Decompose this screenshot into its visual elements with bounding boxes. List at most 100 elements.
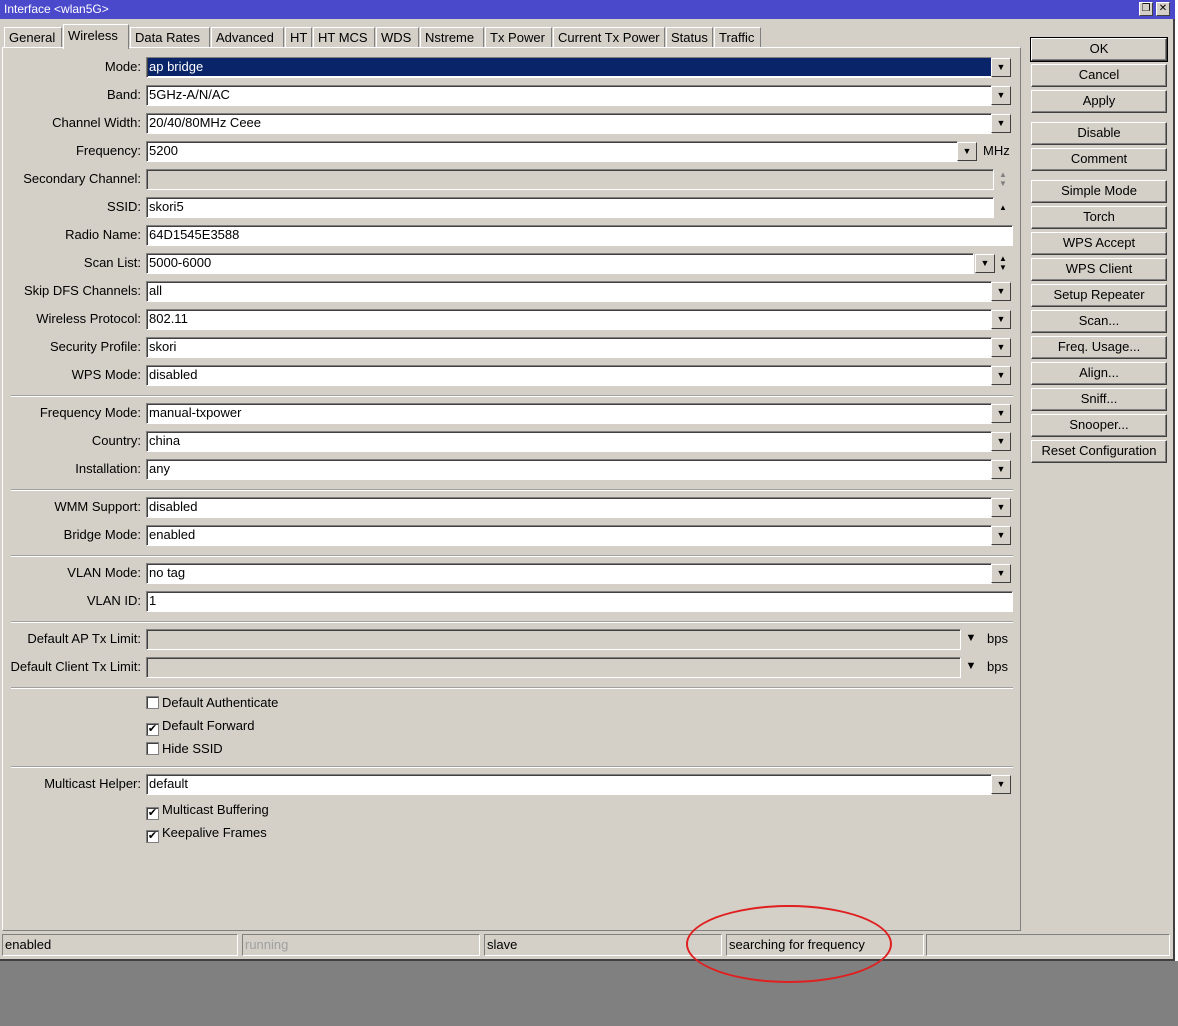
checkbox-unchecked-icon[interactable] <box>146 742 159 755</box>
wireless-panel: Mode: ap bridge ▼ Band: 5GHz-A/N/AC ▼ Ch… <box>2 47 1021 931</box>
country-row: Country: china ▼ <box>3 430 1022 452</box>
frequency-mode-select[interactable]: manual-txpower <box>146 403 992 424</box>
default-client-tx-limit-field[interactable] <box>146 657 961 678</box>
frequency-dropdown-icon[interactable]: ▼ <box>957 142 977 161</box>
wmm-support-dropdown-icon[interactable]: ▼ <box>991 498 1011 517</box>
checkmark-icon[interactable]: ✔ <box>146 807 159 820</box>
multicast-buffering-label: Multicast Buffering <box>162 802 269 817</box>
bridge-mode-select[interactable]: enabled <box>146 525 992 546</box>
align-button[interactable]: Align... <box>1031 362 1167 385</box>
radio-name-label: Radio Name: <box>65 227 141 242</box>
tab-tx-power[interactable]: Tx Power <box>485 27 552 48</box>
wireless-protocol-select[interactable]: 802.11 <box>146 309 992 330</box>
apply-button[interactable]: Apply <box>1031 90 1167 113</box>
wps-client-button[interactable]: WPS Client <box>1031 258 1167 281</box>
wps-mode-label: WPS Mode: <box>71 367 141 382</box>
scan-list-updown-icon[interactable]: ▲ ▼ <box>997 254 1009 273</box>
ssid-collapse-icon[interactable]: ▲ <box>997 198 1009 217</box>
bridge-mode-dropdown-icon[interactable]: ▼ <box>991 526 1011 545</box>
default-ap-tx-limit-field[interactable] <box>146 629 961 650</box>
restore-icon[interactable]: ❐ <box>1139 2 1153 16</box>
tab-wds[interactable]: WDS <box>376 27 419 48</box>
tab-general[interactable]: General <box>4 27 62 48</box>
vlan-mode-select[interactable]: no tag <box>146 563 992 584</box>
default-forward-checkbox[interactable]: ✔ Default Forward <box>146 716 254 736</box>
tab-traffic[interactable]: Traffic <box>714 27 761 48</box>
wireless-protocol-dropdown-icon[interactable]: ▼ <box>991 310 1011 329</box>
separator <box>11 555 1013 557</box>
multicast-helper-row: Multicast Helper: default ▼ <box>3 773 1022 795</box>
installation-row: Installation: any ▼ <box>3 458 1022 480</box>
tab-data-rates[interactable]: Data Rates <box>130 27 210 48</box>
wps-mode-dropdown-icon[interactable]: ▼ <box>991 366 1011 385</box>
installation-select[interactable]: any <box>146 459 992 480</box>
security-profile-row: Security Profile: skori ▼ <box>3 336 1022 358</box>
vlan-id-input[interactable]: 1 <box>146 591 1013 612</box>
default-ap-tx-limit-dropdown-icon[interactable]: ▼ <box>961 630 981 649</box>
vlan-mode-dropdown-icon[interactable]: ▼ <box>991 564 1011 583</box>
comment-button[interactable]: Comment <box>1031 148 1167 171</box>
torch-button[interactable]: Torch <box>1031 206 1167 229</box>
channel-width-dropdown-icon[interactable]: ▼ <box>991 114 1011 133</box>
scan-list-row: Scan List: 5000-6000 ▼ ▲ ▼ <box>3 252 1022 274</box>
multicast-helper-select[interactable]: default <box>146 774 992 795</box>
tab-nstreme[interactable]: Nstreme <box>420 27 484 48</box>
bridge-mode-row: Bridge Mode: enabled ▼ <box>3 524 1022 546</box>
tab-current-tx-power[interactable]: Current Tx Power <box>553 27 665 48</box>
wmm-support-select[interactable]: disabled <box>146 497 992 518</box>
keepalive-frames-checkbox[interactable]: ✔ Keepalive Frames <box>146 823 267 843</box>
sniff-button[interactable]: Sniff... <box>1031 388 1167 411</box>
scan-list-select[interactable]: 5000-6000 <box>146 253 974 274</box>
snooper-button[interactable]: Snooper... <box>1031 414 1167 437</box>
multicast-buffering-checkbox[interactable]: ✔ Multicast Buffering <box>146 800 269 820</box>
tab-ht[interactable]: HT <box>285 27 312 48</box>
skip-dfs-dropdown-icon[interactable]: ▼ <box>991 282 1011 301</box>
scan-list-dropdown-icon[interactable]: ▼ <box>975 254 995 273</box>
ok-button[interactable]: OK <box>1030 37 1168 62</box>
frequency-select[interactable]: 5200 <box>146 141 958 162</box>
band-dropdown-icon[interactable]: ▼ <box>991 86 1011 105</box>
channel-width-select[interactable]: 20/40/80MHz Ceee <box>146 113 992 134</box>
wps-mode-select[interactable]: disabled <box>146 365 992 386</box>
wps-accept-button[interactable]: WPS Accept <box>1031 232 1167 255</box>
cancel-button[interactable]: Cancel <box>1031 64 1167 87</box>
tab-ht-mcs[interactable]: HT MCS <box>313 27 375 48</box>
separator <box>11 395 1013 397</box>
default-client-tx-limit-dropdown-icon[interactable]: ▼ <box>961 658 981 677</box>
security-profile-select[interactable]: skori <box>146 337 992 358</box>
ssid-input[interactable]: skori5 <box>146 197 994 218</box>
close-icon[interactable]: ✕ <box>1156 2 1170 16</box>
checkbox-unchecked-icon[interactable] <box>146 696 159 709</box>
reset-configuration-button[interactable]: Reset Configuration <box>1031 440 1167 463</box>
scan-button[interactable]: Scan... <box>1031 310 1167 333</box>
wps-mode-row: WPS Mode: disabled ▼ <box>3 364 1022 386</box>
radio-name-input[interactable]: 64D1545E3588 <box>146 225 1013 246</box>
hide-ssid-checkbox[interactable]: Hide SSID <box>146 739 223 759</box>
skip-dfs-select[interactable]: all <box>146 281 992 302</box>
installation-dropdown-icon[interactable]: ▼ <box>991 460 1011 479</box>
country-dropdown-icon[interactable]: ▼ <box>991 432 1011 451</box>
mode-select[interactable]: ap bridge <box>146 57 992 78</box>
mode-dropdown-icon[interactable]: ▼ <box>991 58 1011 77</box>
security-profile-dropdown-icon[interactable]: ▼ <box>991 338 1011 357</box>
country-select[interactable]: china <box>146 431 992 452</box>
frequency-mode-label: Frequency Mode: <box>39 405 141 420</box>
multicast-helper-label: Multicast Helper: <box>44 776 141 791</box>
band-select[interactable]: 5GHz-A/N/AC <box>146 85 992 106</box>
multicast-helper-dropdown-icon[interactable]: ▼ <box>991 775 1011 794</box>
checkmark-icon[interactable]: ✔ <box>146 830 159 843</box>
status-bar: enabled running slave searching for freq… <box>2 934 1170 956</box>
disable-button[interactable]: Disable <box>1031 122 1167 145</box>
simple-mode-button[interactable]: Simple Mode <box>1031 180 1167 203</box>
tab-advanced[interactable]: Advanced <box>211 27 284 48</box>
tab-status[interactable]: Status <box>666 27 713 48</box>
frequency-mode-dropdown-icon[interactable]: ▼ <box>991 404 1011 423</box>
checkmark-icon[interactable]: ✔ <box>146 723 159 736</box>
freq-usage-button[interactable]: Freq. Usage... <box>1031 336 1167 359</box>
default-forward-label: Default Forward <box>162 718 255 733</box>
setup-repeater-button[interactable]: Setup Repeater <box>1031 284 1167 307</box>
tab-wireless[interactable]: Wireless <box>63 24 129 49</box>
vlan-id-label: VLAN ID: <box>86 593 141 608</box>
default-authenticate-checkbox[interactable]: Default Authenticate <box>146 693 278 713</box>
status-running: running <box>242 934 480 956</box>
